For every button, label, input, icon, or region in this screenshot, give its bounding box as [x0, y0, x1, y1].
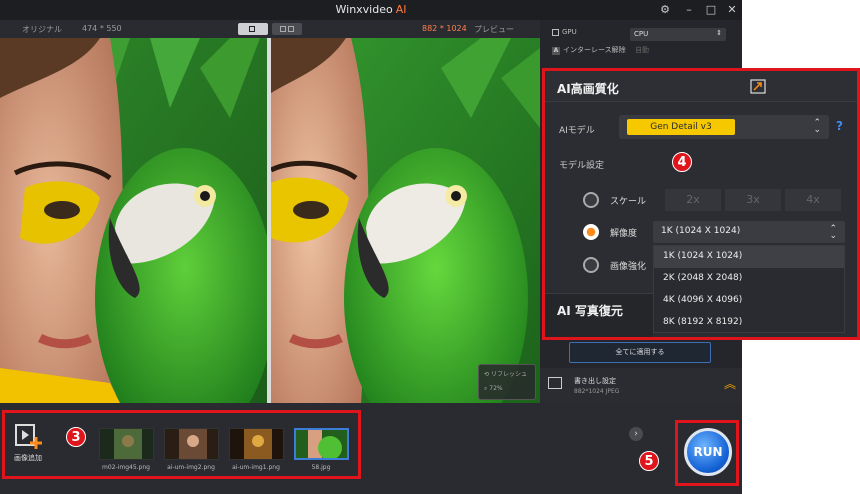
app-name-ai: AI	[395, 3, 407, 16]
preview-resolution: 882 * 1024	[422, 24, 467, 33]
step-badge-4: 4	[672, 152, 692, 172]
refresh-zoom-box: ⟲ リフレッシュ ⌕ 72%	[478, 364, 536, 400]
chevron-up-icon[interactable]: ︽	[724, 375, 736, 392]
close-icon[interactable]: ✕	[725, 3, 739, 17]
gpu-option[interactable]: GPU	[552, 28, 577, 36]
zoom-value: 72%	[489, 385, 503, 392]
original-image	[0, 38, 267, 403]
export-monitor-icon	[548, 377, 562, 389]
preview-image	[271, 38, 540, 403]
cpu-value: CPU	[634, 30, 649, 38]
minimize-icon[interactable]: –	[682, 3, 696, 17]
refresh-label: リフレッシュ	[490, 371, 527, 378]
deinterlace-value[interactable]: 自動	[635, 45, 649, 55]
zoom-control[interactable]: ⌕ 72%	[484, 385, 503, 393]
refresh-button[interactable]: ⟲ リフレッシュ	[484, 369, 527, 378]
export-settings[interactable]: 書き出し設定 882*1024 JPEG ︽	[540, 368, 742, 403]
deinterlace-option[interactable]: A インターレース解除	[552, 45, 626, 55]
export-title: 書き出し設定	[574, 377, 616, 385]
view-side-toggle[interactable]	[272, 23, 302, 35]
app-title: Winxvideo AI	[0, 3, 742, 16]
deinterlace-label: インターレース解除	[563, 46, 626, 54]
title-bar: Winxvideo AI ⚙ – □ ✕	[0, 0, 742, 20]
cpu-select[interactable]: CPU ⇕	[630, 28, 726, 41]
preview-label: プレビュー	[474, 25, 514, 34]
settings-gear-icon[interactable]: ⚙	[658, 3, 672, 17]
apply-all-button[interactable]: 全てに適用する	[569, 342, 711, 363]
chevron-updown-icon: ⇕	[716, 29, 722, 37]
step-badge-5: 5	[639, 451, 659, 471]
view-split-toggle[interactable]	[238, 23, 268, 35]
export-info: 882*1024 JPEG	[574, 388, 620, 395]
original-label: オリジナル	[22, 25, 62, 34]
maximize-icon[interactable]: □	[704, 3, 718, 17]
original-resolution: 474 * 550	[82, 24, 122, 33]
highlight-box-run	[675, 420, 739, 486]
gpu-label: GPU	[562, 28, 577, 36]
ai-chip-icon: A	[552, 47, 560, 55]
highlight-box-file-list	[2, 410, 361, 479]
preview-header: オリジナル 474 * 550 882 * 1024 プレビュー	[0, 20, 540, 38]
gpu-checkbox[interactable]	[552, 28, 559, 36]
app-name: Winxvideo	[335, 3, 393, 16]
next-arrow-icon[interactable]: ›	[629, 427, 643, 441]
apply-all-label: 全てに適用する	[615, 348, 665, 356]
highlight-box-ai-panel	[542, 68, 860, 340]
step-badge-3: 3	[66, 427, 86, 447]
